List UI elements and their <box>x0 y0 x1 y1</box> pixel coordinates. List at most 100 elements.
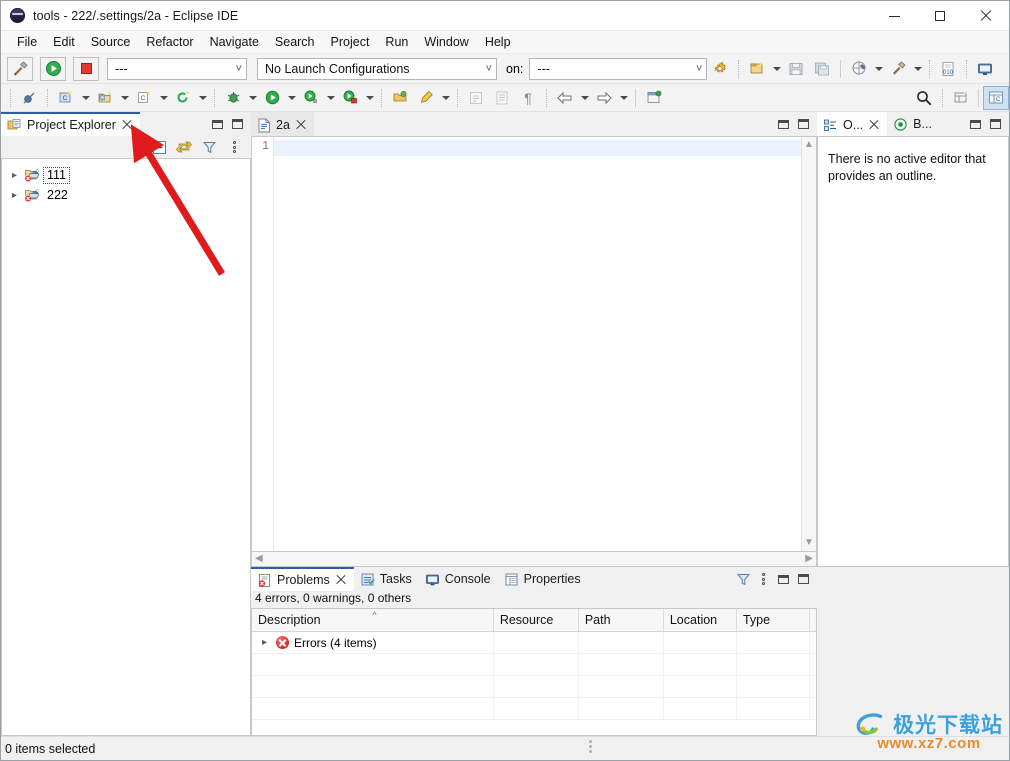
save-all-button[interactable] <box>809 57 835 81</box>
menu-navigate[interactable]: Navigate <box>202 33 267 51</box>
problems-filter-button[interactable] <box>734 570 752 588</box>
close-icon[interactable] <box>295 119 307 131</box>
skip-breakpoints-button[interactable] <box>16 86 42 110</box>
next-annotation-button[interactable] <box>463 86 489 110</box>
new-folder-button[interactable]: C <box>92 86 118 110</box>
new-dropdown-button[interactable] <box>770 58 783 80</box>
maximize-problems-button[interactable] <box>794 570 812 588</box>
build-button[interactable] <box>7 56 33 81</box>
column-header-resource[interactable]: Resource <box>494 609 579 631</box>
back-button[interactable] <box>552 86 578 110</box>
new-folder-dropdown[interactable] <box>118 87 131 109</box>
forward-button[interactable] <box>591 86 617 110</box>
scroll-up-icon[interactable]: ▲ <box>804 140 814 150</box>
marker-button[interactable] <box>413 86 439 110</box>
chevron-right-icon[interactable]: ▸ <box>8 189 21 202</box>
debug-button[interactable] <box>220 86 246 110</box>
new-source-file-dropdown[interactable] <box>196 87 209 109</box>
table-row-empty[interactable] <box>252 697 816 720</box>
tab-console[interactable]: Console <box>419 567 498 591</box>
maximize-outline-button[interactable] <box>986 115 1004 133</box>
stop-button[interactable] <box>73 56 99 81</box>
new-window-button[interactable] <box>641 86 667 110</box>
menu-window[interactable]: Window <box>416 33 476 51</box>
editor-vertical-scrollbar[interactable]: ▲ ▼ <box>801 137 816 551</box>
pilcrow-button[interactable]: ¶ <box>515 86 541 110</box>
minimize-window-button[interactable] <box>871 1 917 31</box>
column-header-type[interactable]: Type <box>737 609 811 631</box>
tab-properties[interactable]: Properties <box>498 567 588 591</box>
new-button[interactable] <box>744 57 770 81</box>
minimize-problems-button[interactable] <box>774 570 792 588</box>
launch-target-combo[interactable]: --- ˅ <box>529 57 708 80</box>
new-c-project-dropdown[interactable] <box>79 87 92 109</box>
save-button[interactable] <box>783 57 809 81</box>
hammer-dropdown-button[interactable] <box>911 58 924 80</box>
launch-target-settings-button[interactable] <box>707 57 733 81</box>
build-all-dropdown-button[interactable] <box>872 58 885 80</box>
view-menu-button[interactable] <box>225 138 243 156</box>
search-button[interactable] <box>911 86 937 110</box>
scroll-left-icon[interactable]: ◀ <box>255 554 263 564</box>
back-dropdown[interactable] <box>578 87 591 109</box>
open-console-button[interactable] <box>972 57 998 81</box>
table-row-empty[interactable] <box>252 675 816 698</box>
tab-outline[interactable]: O... <box>817 112 888 136</box>
new-class-dropdown[interactable] <box>157 87 170 109</box>
run-external-tools-button[interactable] <box>337 86 363 110</box>
tree-item-222[interactable]: ▸ C 222 <box>2 185 250 205</box>
maximize-editor-button[interactable] <box>794 115 812 133</box>
close-icon[interactable] <box>121 119 133 131</box>
tree-item-111[interactable]: ▸ C 111 <box>2 165 250 185</box>
minimize-outline-button[interactable] <box>966 115 984 133</box>
column-header-path[interactable]: Path <box>579 609 664 631</box>
run-toolbar-dropdown[interactable] <box>285 87 298 109</box>
hammer-build-menu-button[interactable] <box>885 57 911 81</box>
maximize-project-explorer-button[interactable] <box>228 115 246 133</box>
maximize-window-button[interactable] <box>917 1 963 31</box>
debug-dropdown[interactable] <box>246 87 259 109</box>
resize-grip-icon[interactable] <box>589 740 592 753</box>
chevron-right-icon[interactable]: ▸ <box>8 169 21 182</box>
build-all-button[interactable] <box>846 57 872 81</box>
close-window-button[interactable] <box>963 1 1009 31</box>
open-perspective-button[interactable] <box>948 86 974 110</box>
scroll-down-icon[interactable]: ▼ <box>804 538 814 548</box>
collapse-all-button[interactable] <box>150 138 168 156</box>
table-row-empty[interactable] <box>252 653 816 676</box>
menu-source[interactable]: Source <box>83 33 139 51</box>
scroll-right-icon[interactable]: ▶ <box>805 554 813 564</box>
tab-tasks[interactable]: Tasks <box>354 567 419 591</box>
build-config-combo[interactable]: --- ˅ <box>107 57 247 80</box>
c-cpp-perspective-button[interactable]: C <box>983 85 1009 110</box>
chevron-right-icon[interactable]: ▸ <box>258 636 271 649</box>
column-header-description[interactable]: ^ Description <box>252 609 494 631</box>
filter-button[interactable] <box>200 138 218 156</box>
run-profile-button[interactable] <box>298 86 324 110</box>
forward-dropdown[interactable] <box>617 87 630 109</box>
binary-view-button[interactable]: 010 <box>935 57 961 81</box>
new-source-file-button[interactable] <box>170 86 196 110</box>
tab-build-targets[interactable]: B... <box>887 112 939 136</box>
last-edit-location-button[interactable] <box>489 86 515 110</box>
problems-view-menu-button[interactable] <box>754 570 772 588</box>
menu-search[interactable]: Search <box>267 33 323 51</box>
new-c-project-button[interactable]: C <box>53 86 79 110</box>
menu-help[interactable]: Help <box>477 33 519 51</box>
menu-run[interactable]: Run <box>377 33 416 51</box>
close-icon[interactable] <box>335 574 347 586</box>
close-icon[interactable] <box>868 119 880 131</box>
menu-edit[interactable]: Edit <box>45 33 83 51</box>
table-row[interactable]: ▸ Errors (4 items) <box>252 631 816 654</box>
column-header-location[interactable]: Location <box>664 609 737 631</box>
menu-project[interactable]: Project <box>323 33 378 51</box>
minimize-editor-button[interactable] <box>774 115 792 133</box>
new-class-button[interactable]: C <box>131 86 157 110</box>
run-profile-dropdown[interactable] <box>324 87 337 109</box>
link-with-editor-button[interactable] <box>175 138 193 156</box>
marker-dropdown[interactable] <box>439 87 452 109</box>
tab-project-explorer[interactable]: Project Explorer <box>1 112 140 136</box>
tab-problems[interactable]: Problems <box>251 567 354 591</box>
column-header-extra[interactable] <box>810 609 816 631</box>
editor-horizontal-scrollbar[interactable]: ◀ ▶ <box>251 552 817 567</box>
